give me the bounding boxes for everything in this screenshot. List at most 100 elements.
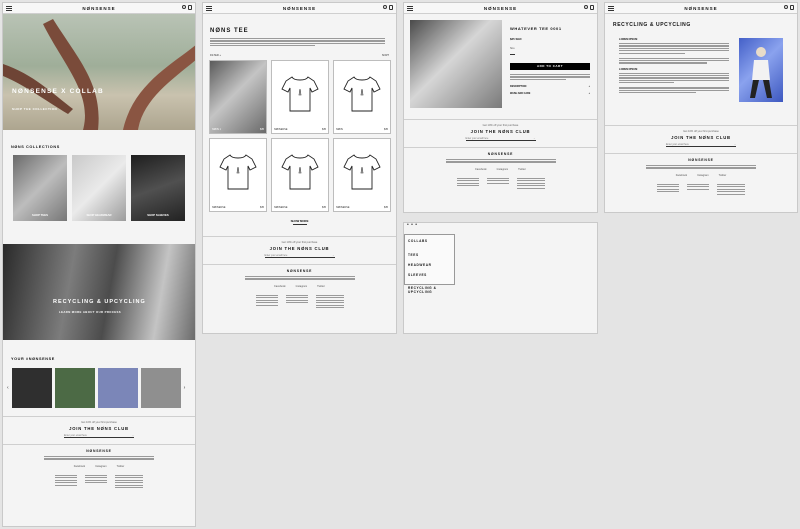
add-to-cart-button[interactable]: ADD TO CART <box>510 63 590 70</box>
site-footer: NØNSENSE Facebook Instagram Twitter <box>605 153 797 196</box>
product-card[interactable]: NØNSENSE $35 <box>209 138 267 213</box>
swatch-1[interactable] <box>11 368 52 408</box>
tshirt-icon <box>343 154 381 190</box>
swatch-3[interactable] <box>97 368 138 408</box>
search-icon[interactable] <box>182 5 186 9</box>
tshirt-icon <box>281 154 319 190</box>
product-image[interactable] <box>410 20 502 108</box>
product-card[interactable]: NØNS $35 <box>333 60 391 135</box>
instagram-link[interactable]: Instagram <box>697 174 709 177</box>
newsletter-offer: Get 10% off your first purchase <box>81 421 117 424</box>
sort-button[interactable]: SORT <box>382 54 389 57</box>
facebook-link[interactable]: Facebook <box>274 285 285 288</box>
facebook-link[interactable]: Facebook <box>74 465 85 468</box>
description-label: DESCRIPTION <box>510 84 527 88</box>
menu-item-sleeves[interactable]: SLEEVES <box>408 273 451 277</box>
filter-button[interactable]: FILTER + <box>210 54 221 57</box>
facebook-link[interactable]: Facebook <box>676 174 687 177</box>
arrow-right-icon[interactable]: → <box>533 137 535 140</box>
twitter-link[interactable]: Twitter <box>117 465 125 468</box>
site-logo[interactable]: NØNSENSE <box>484 6 517 11</box>
product-card[interactable]: NØNSENSE $35 <box>271 138 329 213</box>
nav-menu-panel: COLLABS TEES HEADWEAR SLEEVES RECYCLING … <box>404 234 455 294</box>
your-nonsense-title: YOUR #NØNSENSE <box>11 357 55 361</box>
recycling-banner-cta[interactable]: LEARN MORE ABOUT OUR PROCESS <box>59 310 121 314</box>
care-accordion[interactable]: WASH AND CARE + <box>510 92 590 95</box>
twitter-link[interactable]: Twitter <box>317 285 325 288</box>
cart-icon[interactable] <box>790 5 794 10</box>
site-header: NØNSENSE <box>203 3 396 14</box>
search-icon[interactable] <box>784 5 788 9</box>
recycling-banner[interactable]: RECYCLING & UPCYCLING LEARN MORE ABOUT O… <box>3 244 195 340</box>
product-price: $35 SGD <box>510 37 522 41</box>
footer-brand: NØNSENSE <box>688 158 714 162</box>
collection-label: SHOP SLEEVES <box>147 213 169 217</box>
product-price: $35 <box>260 206 264 210</box>
menu-item-tees[interactable]: TEES <box>408 253 451 257</box>
menu-page-frame: • • • COLLABS TEES HEADWEAR SLEEVES RECY… <box>403 222 598 334</box>
product-card[interactable]: NØNSENSE $35 <box>333 138 391 213</box>
menu-item-headwear[interactable]: HEADWEAR <box>408 263 451 267</box>
site-footer: NØNSENSE Facebook Instagram Twitter <box>404 147 597 190</box>
arrow-right-icon[interactable]: → <box>734 143 736 146</box>
menu-item-recycling[interactable]: RECYCLING & UPCYCLING <box>408 286 451 294</box>
newsletter-email-input[interactable]: Enter your email here → <box>666 143 736 147</box>
hero-image[interactable]: NØNSENSE X COLLAB SHOP THE COLLECTION <box>3 14 195 130</box>
hero-cta-link[interactable]: SHOP THE COLLECTION <box>12 107 57 111</box>
cart-icon[interactable] <box>188 5 192 10</box>
cart-icon[interactable] <box>389 5 393 10</box>
add-to-cart-label: ADD TO CART <box>536 64 564 68</box>
instagram-link[interactable]: Instagram <box>497 168 509 171</box>
swatch-4[interactable] <box>140 368 181 408</box>
twitter-link[interactable]: Twitter <box>518 168 526 171</box>
product-name: NØNSENSE <box>274 128 288 132</box>
collection-card-tees[interactable]: SHOP TEES <box>13 155 67 221</box>
arrow-right-icon[interactable]: → <box>132 434 134 437</box>
hamburger-menu-icon[interactable] <box>407 6 413 11</box>
menu-item-collabs[interactable]: COLLABS <box>408 239 451 243</box>
hamburger-menu-icon[interactable] <box>608 6 614 11</box>
product-title: WHATEVER TEE 0001 <box>510 26 562 31</box>
newsletter-section: Get 10% off your first purchase JOIN THE… <box>203 236 396 264</box>
product-name: NØNSENSE <box>274 206 288 210</box>
carousel-prev-icon[interactable]: ‹ <box>7 385 9 391</box>
product-price: $35 <box>322 206 326 210</box>
product-card[interactable]: NØNSENSE $35 <box>271 60 329 135</box>
description-accordion[interactable]: DESCRIPTION + <box>510 85 590 88</box>
site-logo[interactable]: NØNSENSE <box>283 6 316 11</box>
newsletter-offer: Get 10% off your first purchase <box>482 124 519 127</box>
care-label: WASH AND CARE <box>510 91 531 95</box>
site-logo[interactable]: NØNSENSE <box>684 6 717 11</box>
arrow-right-icon[interactable]: → <box>332 254 334 257</box>
size-label: Size <box>510 47 515 50</box>
hamburger-menu-icon[interactable] <box>6 6 12 11</box>
listing-title: NØNS TEE <box>210 28 249 34</box>
collection-card-sleeves[interactable]: SHOP SLEEVES <box>131 155 185 221</box>
search-icon[interactable] <box>584 5 588 9</box>
close-icon[interactable]: • • • <box>407 223 418 228</box>
hamburger-menu-icon[interactable] <box>206 6 212 11</box>
newsletter-title: JOIN THE NØNS CLUB <box>69 426 129 431</box>
size-select[interactable] <box>510 52 515 55</box>
collection-card-headwear[interactable]: SHOP HEADWEAR <box>72 155 126 221</box>
show-more-button[interactable]: SHOW MORE <box>203 219 396 226</box>
instagram-link[interactable]: Instagram <box>95 465 107 468</box>
product-card[interactable]: NØNS 1 $35 <box>209 60 267 135</box>
twitter-link[interactable]: Twitter <box>719 174 727 177</box>
carousel-next-icon[interactable]: › <box>184 385 186 391</box>
newsletter-email-input[interactable]: Enter your email here → <box>64 434 134 438</box>
facebook-link[interactable]: Facebook <box>475 168 486 171</box>
footer-columns <box>404 177 597 190</box>
newsletter-email-input[interactable]: Enter your email here → <box>264 254 335 259</box>
swatch-2[interactable] <box>54 368 95 408</box>
search-icon[interactable] <box>383 5 387 9</box>
site-logo[interactable]: NØNSENSE <box>82 6 115 11</box>
newsletter-title: JOIN THE NØNS CLUB <box>470 129 531 134</box>
listing-page-frame: NØNSENSE NØNS TEE FILTER + SORT NØNS 1 $… <box>202 2 397 334</box>
product-price: $35 <box>384 128 388 132</box>
instagram-link[interactable]: Instagram <box>296 285 308 288</box>
newsletter-email-input[interactable]: Enter your email here → <box>465 137 536 141</box>
newsletter-title: JOIN THE NØNS CLUB <box>269 246 330 252</box>
person-figure-graphic <box>750 47 772 98</box>
cart-icon[interactable] <box>590 5 594 10</box>
